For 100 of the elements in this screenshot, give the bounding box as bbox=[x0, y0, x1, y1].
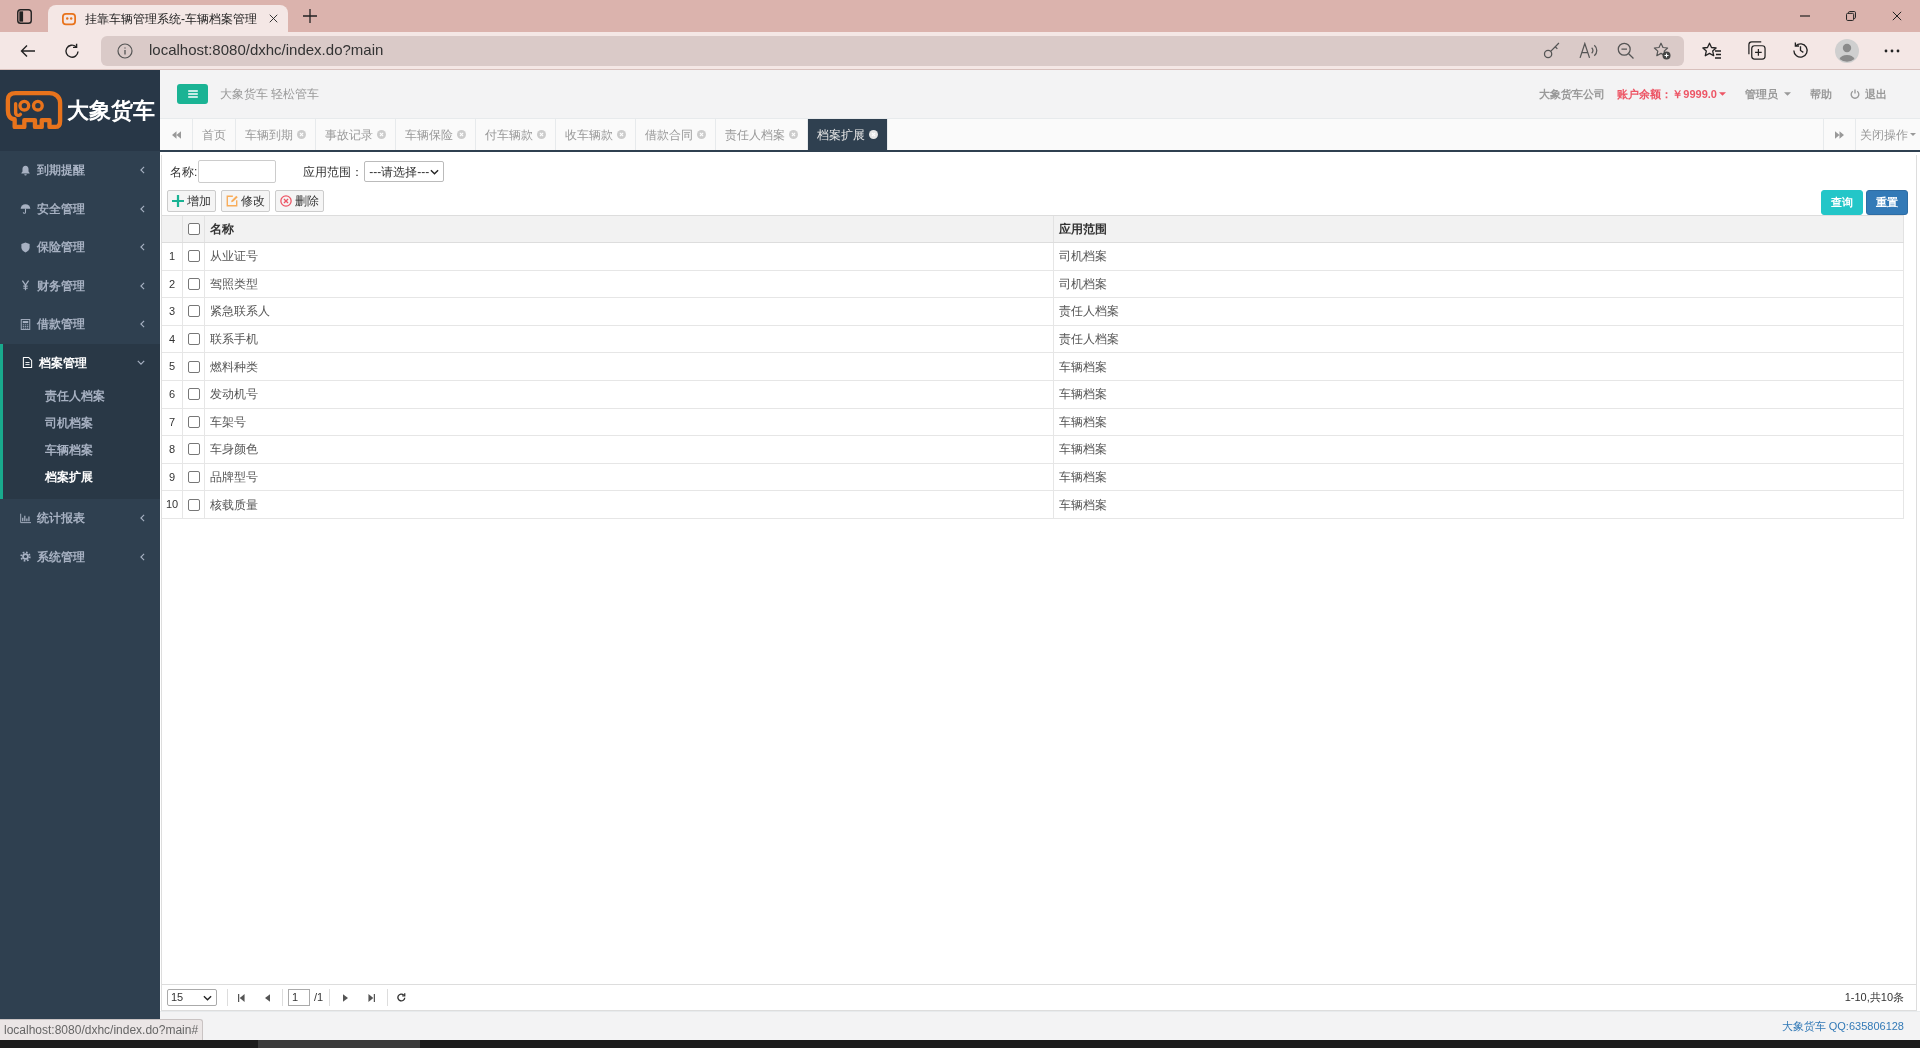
page-input[interactable]: 1 bbox=[288, 989, 310, 1006]
back-arrow-icon[interactable] bbox=[20, 42, 36, 59]
scope-select[interactable]: ---请选择--- bbox=[364, 161, 445, 182]
page-tab[interactable]: 借款合同 bbox=[636, 119, 716, 150]
row-number: 1 bbox=[168, 249, 176, 265]
info-icon[interactable] bbox=[117, 42, 133, 59]
logout-link[interactable]: 退出 bbox=[1850, 85, 1887, 103]
close-icon[interactable] bbox=[869, 130, 878, 139]
previous-page-icon[interactable] bbox=[265, 993, 270, 1002]
table-cell-text: 车身颜色 bbox=[210, 441, 258, 459]
page-size-select[interactable]: 15 bbox=[167, 989, 217, 1006]
table-cell-text: 责任人档案 bbox=[1059, 331, 1119, 349]
table-cell-text: 从业证号 bbox=[210, 248, 258, 266]
calculator-icon bbox=[20, 318, 31, 330]
sidebar-menu-item[interactable]: 借款管理 bbox=[0, 305, 160, 344]
name-input-field[interactable] bbox=[198, 160, 277, 183]
new-tab-icon[interactable] bbox=[303, 9, 317, 23]
delete-button[interactable]: 删除 bbox=[275, 190, 324, 212]
zoom-out-icon[interactable] bbox=[1617, 42, 1634, 59]
row-checkbox[interactable] bbox=[187, 471, 200, 484]
row-checkbox[interactable] bbox=[187, 498, 200, 511]
sidebar-menu-item[interactable]: 档案管理 bbox=[3, 343, 160, 382]
edit-button[interactable]: 修改 bbox=[221, 190, 270, 212]
caret-down-icon bbox=[1719, 92, 1726, 96]
row-checkbox[interactable] bbox=[187, 443, 200, 456]
row-number: 5 bbox=[168, 359, 176, 375]
table-cell-text: 车架号 bbox=[210, 413, 246, 431]
logo-icon bbox=[5, 90, 63, 131]
page-tab[interactable]: 档案扩展 bbox=[808, 119, 888, 150]
select-all-checkbox[interactable] bbox=[187, 223, 200, 235]
favorites-icon[interactable] bbox=[1702, 41, 1722, 60]
refresh-icon[interactable] bbox=[64, 42, 80, 59]
chevron-left-icon bbox=[140, 320, 145, 329]
address-bar[interactable]: localhost:8080/dxhc/index.do?main bbox=[101, 35, 1684, 66]
forward-icon[interactable] bbox=[1835, 130, 1844, 139]
row-checkbox[interactable] bbox=[187, 250, 200, 263]
close-tabs-dropdown[interactable]: 关闭操作 bbox=[1855, 119, 1920, 150]
table-cell-text: 品牌型号 bbox=[210, 469, 258, 487]
restore-icon[interactable] bbox=[1846, 11, 1856, 21]
page-summary: 1-10,共10条 bbox=[1844, 990, 1904, 1006]
table-cell-text: 车辆档案 bbox=[1059, 441, 1107, 459]
row-checkbox[interactable] bbox=[187, 333, 200, 346]
row-checkbox[interactable] bbox=[187, 415, 200, 428]
table-cell-text: 核载质量 bbox=[210, 496, 258, 514]
slogan-text: 大象货车 轻松管车 bbox=[220, 86, 320, 103]
bar-chart-icon bbox=[20, 512, 31, 524]
sidebar-submenu-item[interactable]: 车辆档案 bbox=[3, 436, 160, 463]
row-number: 8 bbox=[168, 442, 176, 458]
reload-icon[interactable] bbox=[397, 993, 407, 1002]
sidebar-menu-item[interactable]: 系统管理 bbox=[0, 537, 160, 576]
delete-icon bbox=[280, 195, 292, 207]
help-link[interactable]: 帮助 bbox=[1810, 85, 1832, 103]
page-tab[interactable]: 首页 bbox=[193, 119, 236, 150]
row-checkbox[interactable] bbox=[187, 388, 200, 401]
table-cell-text: 车辆档案 bbox=[1059, 413, 1107, 431]
table-cell-text: 发动机号 bbox=[210, 386, 258, 404]
table-cell-text: 责任人档案 bbox=[1059, 303, 1119, 321]
row-number: 9 bbox=[168, 469, 176, 485]
sidebar-submenu-item[interactable]: 司机档案 bbox=[3, 409, 160, 436]
page-tab[interactable]: 车辆到期 bbox=[236, 119, 316, 150]
sidebar-menu-item[interactable]: 统计报表 bbox=[0, 499, 160, 538]
page-tab[interactable]: 事故记录 bbox=[316, 119, 396, 150]
more-icon[interactable] bbox=[1884, 48, 1900, 53]
row-checkbox[interactable] bbox=[187, 305, 200, 318]
tab-close-icon[interactable] bbox=[269, 14, 278, 23]
logo-text: 大象货车 bbox=[67, 98, 155, 123]
browser-tab[interactable]: 挂靠车辆管理系统-车辆档案管理 bbox=[48, 5, 288, 32]
sidebar-menu-item[interactable]: 财务管理 bbox=[0, 266, 160, 305]
first-page-icon[interactable] bbox=[238, 993, 245, 1002]
table-cell-text: 紧急联系人 bbox=[210, 303, 270, 321]
sidebar-menu-item[interactable]: 保险管理 bbox=[0, 228, 160, 267]
sidebar-toggle-icon[interactable] bbox=[16, 8, 32, 24]
chevron-down-icon bbox=[137, 360, 145, 366]
last-page-icon[interactable] bbox=[368, 993, 376, 1002]
edit-icon bbox=[226, 195, 238, 207]
add-button[interactable]: 增加 bbox=[167, 190, 216, 212]
key-icon[interactable] bbox=[1543, 42, 1560, 59]
page-tab[interactable]: 收车辆款 bbox=[556, 119, 636, 150]
sidebar-submenu-item[interactable]: 责任人档案 bbox=[3, 382, 160, 409]
window-close-icon[interactable] bbox=[1892, 11, 1902, 21]
history-icon[interactable] bbox=[1791, 41, 1810, 60]
backward-icon[interactable] bbox=[171, 130, 181, 139]
company-name: 大象货车公司 bbox=[1539, 86, 1606, 102]
page-tab[interactable]: 付车辆款 bbox=[476, 119, 556, 150]
balance-dropdown[interactable]: 账户余额：￥9999.0 bbox=[1617, 85, 1726, 103]
page-tab[interactable]: 车辆保险 bbox=[396, 119, 476, 150]
row-checkbox[interactable] bbox=[187, 277, 200, 290]
read-aloud-icon[interactable] bbox=[1579, 42, 1598, 59]
row-checkbox[interactable] bbox=[187, 360, 200, 373]
reset-button[interactable]: 重置 bbox=[1866, 190, 1908, 215]
next-page-icon[interactable] bbox=[343, 993, 349, 1002]
profile-avatar-icon[interactable] bbox=[1835, 38, 1859, 63]
table-cell-text: 驾照类型 bbox=[210, 275, 258, 293]
user-dropdown[interactable]: 管理员 bbox=[1745, 85, 1791, 103]
collections-icon[interactable] bbox=[1747, 41, 1766, 60]
sidebar-submenu-item[interactable]: 档案扩展 bbox=[3, 463, 160, 490]
sidebar-menu-item[interactable]: 到期提醒 bbox=[0, 151, 160, 190]
yen-icon bbox=[20, 280, 31, 292]
add-favorite-icon[interactable] bbox=[1653, 41, 1671, 60]
sidebar-menu-item[interactable]: 安全管理 bbox=[0, 189, 160, 228]
